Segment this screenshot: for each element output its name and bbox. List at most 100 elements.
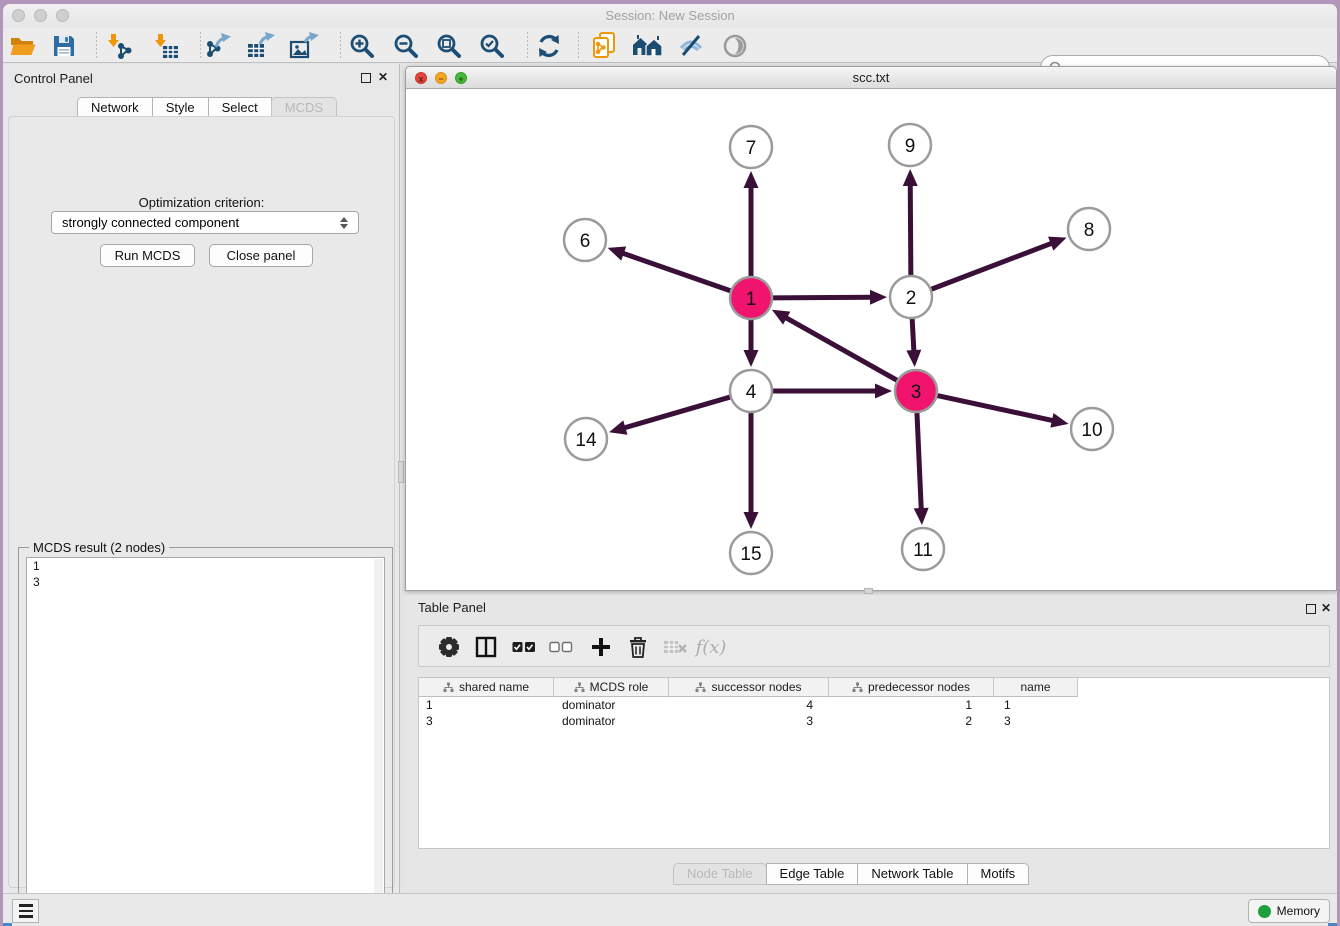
graph-edge-3-10[interactable]: [936, 395, 1069, 427]
delete-column-icon[interactable]: [659, 631, 691, 663]
hide-details-icon[interactable]: [674, 31, 708, 61]
table-settings-icon[interactable]: [433, 631, 465, 663]
graph-node-15[interactable]: 15: [730, 532, 772, 574]
tab-motifs[interactable]: Motifs: [967, 863, 1030, 885]
table-row[interactable]: 3dominator323: [419, 713, 1329, 729]
mcds-result-title: MCDS result (2 nodes): [29, 540, 169, 555]
graph-node-1[interactable]: 1: [730, 277, 772, 319]
table-row[interactable]: 1dominator411: [419, 697, 1329, 713]
graph-node-2[interactable]: 2: [890, 276, 932, 318]
column-header-predecessor-nodes[interactable]: predecessor nodes: [829, 678, 994, 697]
cell-name[interactable]: 1: [994, 697, 1078, 713]
cell-predecessor[interactable]: 1: [829, 697, 994, 713]
zoom-fit-icon[interactable]: [432, 31, 466, 61]
svg-text:2: 2: [906, 288, 917, 309]
graph-node-10[interactable]: 10: [1071, 408, 1113, 450]
graph-edge-1-2[interactable]: [771, 290, 887, 305]
export-image-icon[interactable]: [287, 31, 321, 61]
open-session-icon[interactable]: [5, 31, 39, 61]
add-row-icon[interactable]: [585, 631, 617, 663]
svg-text:7: 7: [746, 138, 757, 159]
split-pane-handle[interactable]: [864, 588, 873, 594]
cell-shared_name[interactable]: 1: [419, 697, 554, 713]
svg-text:6: 6: [580, 231, 591, 252]
memory-button[interactable]: Memory: [1248, 899, 1330, 923]
criterion-select[interactable]: strongly connected component: [51, 211, 359, 234]
close-panel-icon[interactable]: ✕: [377, 71, 389, 83]
svg-text:15: 15: [740, 544, 761, 565]
clone-network-icon[interactable]: [587, 31, 621, 61]
graph-edge-1-4[interactable]: [744, 318, 759, 367]
graphics-details-icon[interactable]: [718, 31, 752, 61]
optimization-criterion-label: Optimization criterion:: [9, 195, 394, 210]
graph-edge-2-8[interactable]: [930, 237, 1067, 290]
graph-edge-3-1[interactable]: [772, 310, 899, 381]
memory-status-icon: [1258, 905, 1271, 918]
unselect-all-icon[interactable]: [545, 631, 577, 663]
column-header-mcds-role[interactable]: MCDS role: [554, 678, 669, 697]
graph-edge-2-3[interactable]: [906, 317, 921, 367]
application-window: Session: New Session: [3, 4, 1337, 926]
column-header-successor-nodes[interactable]: successor nodes: [669, 678, 829, 697]
graph-edge-4-15[interactable]: [744, 411, 759, 529]
graph-node-9[interactable]: 9: [889, 124, 931, 166]
svg-text:11: 11: [913, 540, 933, 561]
graph-edge-3-11[interactable]: [914, 411, 929, 525]
zoom-out-icon[interactable]: [389, 31, 423, 61]
cell-mcds_role[interactable]: dominator: [554, 697, 669, 713]
network-window-titlebar[interactable]: x − + scc.txt: [406, 67, 1336, 89]
control-panel: Control Panel ✕ NetworkStyleSelectMCDS O…: [3, 64, 400, 894]
function-builder-icon[interactable]: f(x): [695, 631, 727, 663]
graph-node-11[interactable]: 11: [902, 528, 944, 570]
run-mcds-button[interactable]: Run MCDS: [100, 244, 195, 267]
column-header-name[interactable]: name: [994, 678, 1078, 697]
graph-edge-1-6[interactable]: [608, 246, 732, 291]
result-scrollbar[interactable]: [374, 559, 383, 917]
cell-mcds_role[interactable]: dominator: [554, 713, 669, 729]
cell-shared_name[interactable]: 3: [419, 713, 554, 729]
tab-network-table[interactable]: Network Table: [857, 863, 967, 885]
graph-node-7[interactable]: 7: [730, 126, 772, 168]
show-column-icon[interactable]: [470, 631, 502, 663]
apply-layout-icon[interactable]: [532, 31, 566, 61]
graph-edge-2-9[interactable]: [903, 169, 918, 277]
export-table-icon[interactable]: [244, 31, 278, 61]
panel-divider-handle[interactable]: [398, 461, 404, 483]
cell-successor[interactable]: 4: [669, 697, 829, 713]
float-table-panel-icon[interactable]: [1306, 604, 1316, 614]
svg-text:4: 4: [746, 382, 757, 403]
svg-text:1: 1: [746, 289, 757, 310]
graph-edge-4-14[interactable]: [609, 397, 732, 435]
zoom-selected-icon[interactable]: [475, 31, 509, 61]
delete-row-icon[interactable]: [622, 631, 654, 663]
column-group-icon: [695, 682, 706, 693]
import-network-icon[interactable]: [101, 31, 135, 61]
float-panel-icon[interactable]: [361, 73, 371, 83]
close-panel-button[interactable]: Close panel: [209, 244, 313, 267]
mcds-panel: Optimization criterion: strongly connect…: [8, 116, 395, 888]
cell-successor[interactable]: 3: [669, 713, 829, 729]
tab-edge-table[interactable]: Edge Table: [766, 863, 859, 885]
graph-node-6[interactable]: 6: [564, 219, 606, 261]
zoom-in-icon[interactable]: [345, 31, 379, 61]
select-all-icon[interactable]: [508, 631, 540, 663]
graph-node-14[interactable]: 14: [565, 418, 607, 460]
graph-node-4[interactable]: 4: [730, 370, 772, 412]
ndex-icon[interactable]: [631, 31, 665, 61]
network-canvas[interactable]: 1 2 3 4 6 7 8 9 10 11 14 15: [406, 89, 1336, 591]
graph-edge-4-3[interactable]: [771, 384, 892, 399]
mcds-result-textarea[interactable]: 13: [26, 557, 385, 919]
cell-predecessor[interactable]: 2: [829, 713, 994, 729]
tab-node-table[interactable]: Node Table: [673, 863, 767, 885]
import-table-icon[interactable]: [148, 31, 182, 61]
graph-node-3[interactable]: 3: [895, 370, 937, 412]
export-network-icon[interactable]: [201, 31, 235, 61]
graph-edge-1-7[interactable]: [744, 171, 759, 278]
save-session-icon[interactable]: [47, 31, 81, 61]
cell-name[interactable]: 3: [994, 713, 1078, 729]
task-history-icon[interactable]: [12, 899, 39, 923]
column-header-shared-name[interactable]: shared name: [419, 678, 554, 697]
graph-node-8[interactable]: 8: [1068, 208, 1110, 250]
close-table-panel-icon[interactable]: ✕: [1320, 602, 1332, 614]
table-panel: Table Panel ✕: [405, 595, 1337, 890]
